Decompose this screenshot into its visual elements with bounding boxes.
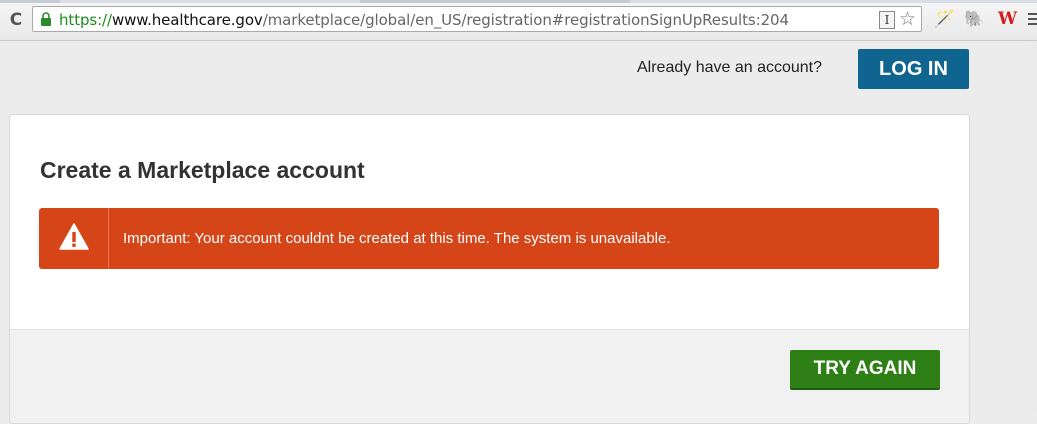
try-again-button[interactable]: TRY AGAIN (790, 350, 940, 390)
wand-extension-icon[interactable]: 🪄 (934, 9, 955, 29)
url-scheme: https:// (59, 11, 112, 29)
lock-icon (41, 12, 51, 26)
warning-icon (59, 223, 89, 250)
scrollbar[interactable] (1030, 41, 1037, 411)
tab-strip (0, 0, 1037, 3)
reader-mode-icon[interactable]: I (879, 11, 895, 29)
w-extension-icon[interactable]: W (998, 9, 1017, 29)
page-title: Create a Marketplace account (40, 157, 365, 183)
account-card: Create a Marketplace account Important: … (9, 114, 970, 424)
browser-toolbar: C https://www.healthcare.gov/marketplace… (0, 0, 1037, 41)
elephant-extension-icon[interactable]: 🐘 (964, 9, 984, 28)
already-have-account-text: Already have an account? (637, 59, 823, 76)
error-alert: Important: Your account couldnt be creat… (39, 208, 939, 269)
alert-message: Important: Your account couldnt be creat… (123, 230, 671, 247)
login-button[interactable]: LOG IN (858, 49, 969, 89)
browser-menu-icon[interactable] (1028, 13, 1037, 25)
address-bar[interactable]: https://www.healthcare.gov/marketplace/g… (32, 6, 922, 32)
tab-edge-left[interactable] (0, 0, 60, 3)
url-host: www.healthcare.gov (111, 11, 263, 29)
bookmark-star-icon[interactable]: ☆ (899, 8, 916, 30)
url-text[interactable]: https://www.healthcare.gov/marketplace/g… (59, 11, 789, 29)
tab-edge-right[interactable] (360, 0, 630, 3)
card-footer: TRY AGAIN (10, 329, 969, 423)
reload-icon[interactable]: C (6, 10, 26, 30)
url-path: /marketplace/global/en_US/registration#r… (262, 11, 789, 29)
alert-icon-box (39, 208, 109, 269)
